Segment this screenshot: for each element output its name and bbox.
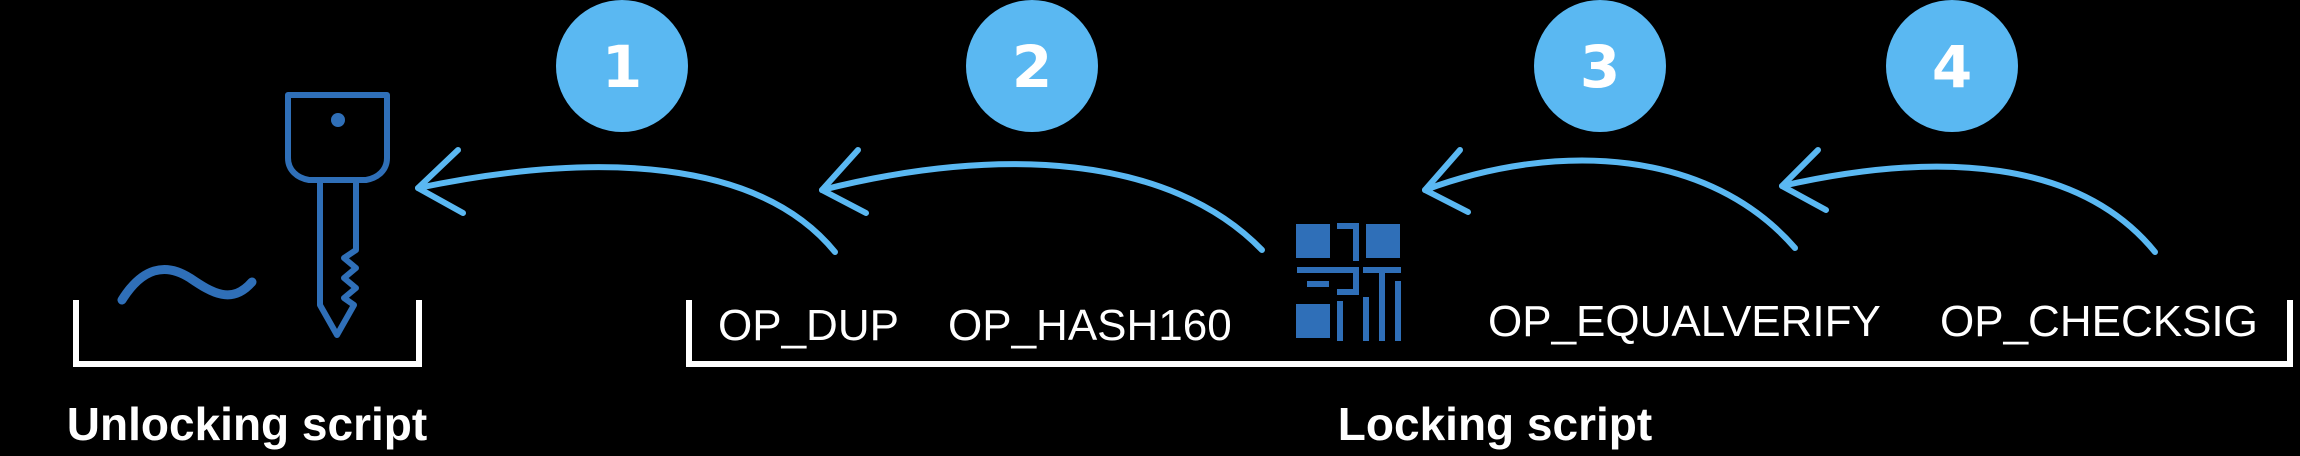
op-checksig: OP_CHECKSIG (1940, 297, 2258, 346)
arrow-step-3 (1422, 147, 1798, 251)
step-badge-3: 3 (1534, 0, 1666, 132)
locking-script-label: Locking script (1338, 398, 1652, 450)
unlocking-script-bracket (73, 300, 422, 367)
arrow-step-1 (415, 147, 838, 255)
arrow-step-4 (1779, 147, 2158, 255)
op-equalverify: OP_EQUALVERIFY (1488, 297, 1881, 346)
script-execution-diagram: 1 2 3 4 Unlocking script OP_DUP OP_HASH1… (67, 0, 2293, 450)
public-key-hash-icon (1296, 223, 1401, 341)
key-icon (285, 92, 390, 338)
step-number-3: 3 (1580, 33, 1620, 101)
unlocking-script-label: Unlocking script (67, 398, 427, 450)
step-number-1: 1 (602, 33, 642, 101)
step-number-4: 4 (1932, 33, 1972, 101)
step-badge-4: 4 (1886, 0, 2018, 132)
op-dup: OP_DUP (718, 301, 899, 350)
step-badge-1: 1 (556, 0, 688, 132)
signature-icon (117, 265, 257, 305)
step-number-2: 2 (1012, 33, 1052, 101)
step-badge-2: 2 (966, 0, 1098, 132)
arrow-step-2 (819, 147, 1265, 253)
op-hash160: OP_HASH160 (948, 301, 1232, 350)
